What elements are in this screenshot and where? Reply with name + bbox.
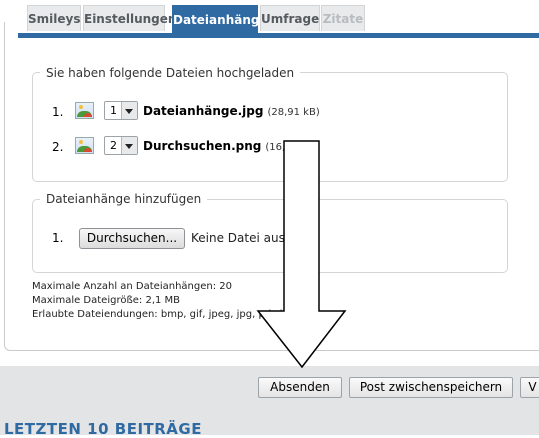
allowed-extensions-info: Erlaubte Dateiendungen: bmp, gif, jpeg, …	[32, 309, 289, 320]
file-name: Durchsuchen.png (16,94 k	[143, 139, 307, 153]
max-filesize-info: Maximale Dateigröße: 2,1 MB	[32, 295, 181, 306]
browse-button[interactable]: Durchsuchen...	[79, 228, 185, 249]
no-file-selected-text: Keine Datei aus hlt.	[191, 231, 309, 245]
page: Smileys Einstellungen Dateianhänge Umfra…	[0, 0, 539, 438]
preview-button[interactable]: V	[520, 377, 539, 398]
uploaded-files-box	[32, 72, 508, 182]
file-order-select[interactable]: 2	[104, 136, 138, 155]
file-input-number: 1.	[52, 231, 64, 245]
chevron-down-icon[interactable]	[121, 137, 137, 154]
uploaded-files-legend: Sie haben folgende Dateien hochgeladen	[40, 66, 301, 80]
tab-umfrage[interactable]: Umfrage	[260, 5, 320, 31]
tab-zitate: Zitate	[321, 5, 365, 31]
image-file-icon	[75, 137, 94, 154]
file-name: Dateianhänge.jpg (28,91 kB)	[143, 104, 320, 118]
submit-button[interactable]: Absenden	[258, 377, 342, 398]
file-number: 1.	[52, 105, 64, 119]
file-size: (28,91 kB)	[267, 107, 320, 118]
file-order-value: 2	[110, 139, 117, 152]
tab-einstellungen[interactable]: Einstellungen	[83, 5, 176, 31]
latest-posts-heading: LETZTEN 10 BEITRÄGE	[4, 420, 202, 438]
file-size: (16,94 k	[265, 142, 307, 153]
chevron-down-icon[interactable]	[121, 102, 137, 119]
file-number: 2.	[52, 140, 64, 154]
file-name-text: Dateianhänge.jpg	[143, 104, 264, 118]
tab-smileys[interactable]: Smileys	[27, 5, 81, 31]
image-file-icon	[75, 102, 94, 119]
tab-dateianhaenge[interactable]: Dateianhänge	[172, 5, 268, 34]
add-attachments-legend: Dateianhänge hinzufügen	[40, 192, 208, 206]
file-order-select[interactable]: 1	[104, 101, 138, 120]
save-draft-button[interactable]: Post zwischenspeichern	[349, 377, 513, 398]
file-order-value: 1	[110, 104, 117, 117]
max-attachments-info: Maximale Anzahl an Dateianhängen: 20	[32, 281, 232, 292]
file-name-text: Durchsuchen.png	[143, 139, 262, 153]
